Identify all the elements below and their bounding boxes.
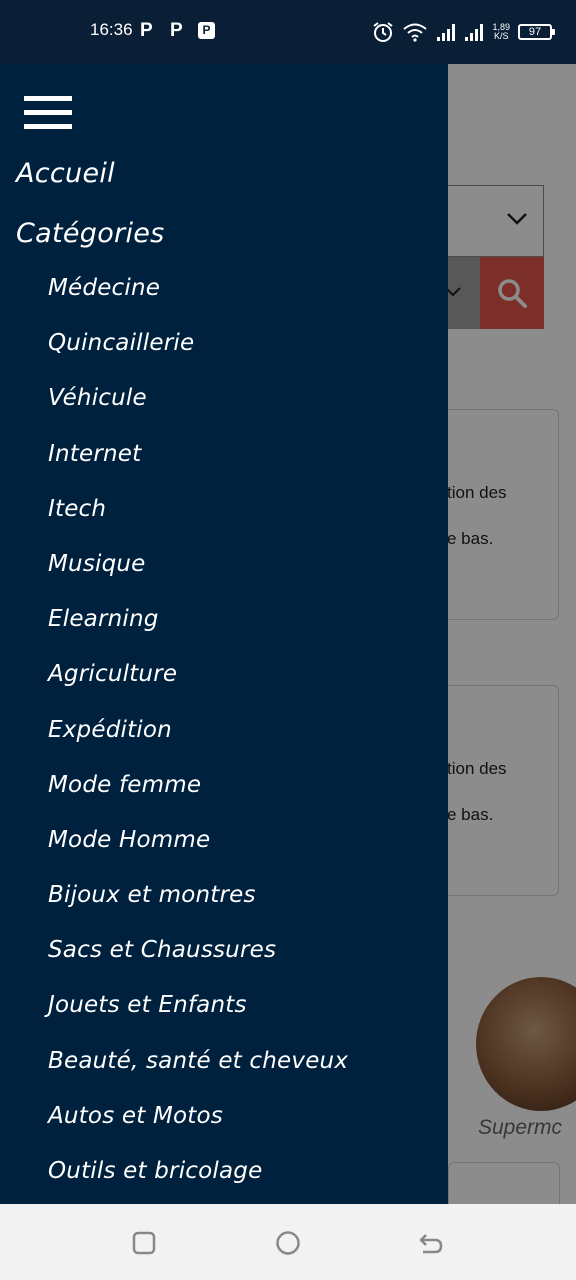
- category-item-agriculture[interactable]: Agriculture: [48, 660, 348, 715]
- nav-categories[interactable]: Catégories: [16, 218, 165, 249]
- category-item-mode-homme[interactable]: Mode Homme: [48, 826, 348, 881]
- nav-home[interactable]: Accueil: [16, 158, 115, 189]
- category-item-quincaillerie[interactable]: Quincaillerie: [48, 329, 348, 384]
- category-item-sacs[interactable]: Sacs et Chaussures: [48, 936, 348, 991]
- category-item-vehicule[interactable]: Véhicule: [48, 384, 348, 439]
- home-icon[interactable]: [275, 1230, 301, 1256]
- network-speed: 1,89 K/S: [492, 23, 510, 41]
- category-item-beaute[interactable]: Beauté, santé et cheveux: [48, 1047, 348, 1102]
- category-item-elearning[interactable]: Elearning: [48, 605, 348, 660]
- status-bar: 16:36 P P P 1,89 K/S 97: [0, 0, 576, 64]
- category-item-expedition[interactable]: Expédition: [48, 716, 348, 771]
- category-item-medecine[interactable]: Médecine: [48, 274, 348, 329]
- category-item-mode-femme[interactable]: Mode femme: [48, 771, 348, 826]
- category-list: Médecine Quincaillerie Véhicule Internet…: [48, 274, 348, 1204]
- category-item-internet[interactable]: Internet: [48, 440, 348, 495]
- category-item-itech[interactable]: Itech: [48, 495, 348, 550]
- hamburger-icon[interactable]: [24, 96, 72, 132]
- notification-p-icon: P: [140, 20, 153, 41]
- signal-icon: [465, 24, 484, 41]
- wifi-icon: [403, 23, 428, 42]
- system-nav-bar: [0, 1204, 576, 1280]
- status-time: 16:36: [90, 20, 133, 39]
- category-item-autos[interactable]: Autos et Motos: [48, 1102, 348, 1157]
- network-speed-unit: K/S: [493, 31, 509, 41]
- category-item-bijoux[interactable]: Bijoux et montres: [48, 881, 348, 936]
- status-icons: 1,89 K/S 97: [372, 20, 555, 44]
- battery-icon: 97: [518, 24, 555, 40]
- category-item-musique[interactable]: Musique: [48, 550, 348, 605]
- alarm-icon: [373, 22, 394, 42]
- category-item-jouets[interactable]: Jouets et Enfants: [48, 991, 348, 1046]
- signal-icon: [437, 24, 456, 41]
- recent-apps-icon[interactable]: [131, 1230, 157, 1256]
- notification-p-icon: P: [170, 20, 183, 41]
- navigation-drawer: Accueil Catégories Médecine Quincailleri…: [0, 64, 448, 1204]
- notification-app-icon: P: [198, 22, 215, 39]
- category-item-outils[interactable]: Outils et bricolage: [48, 1157, 348, 1204]
- back-icon[interactable]: [418, 1230, 444, 1256]
